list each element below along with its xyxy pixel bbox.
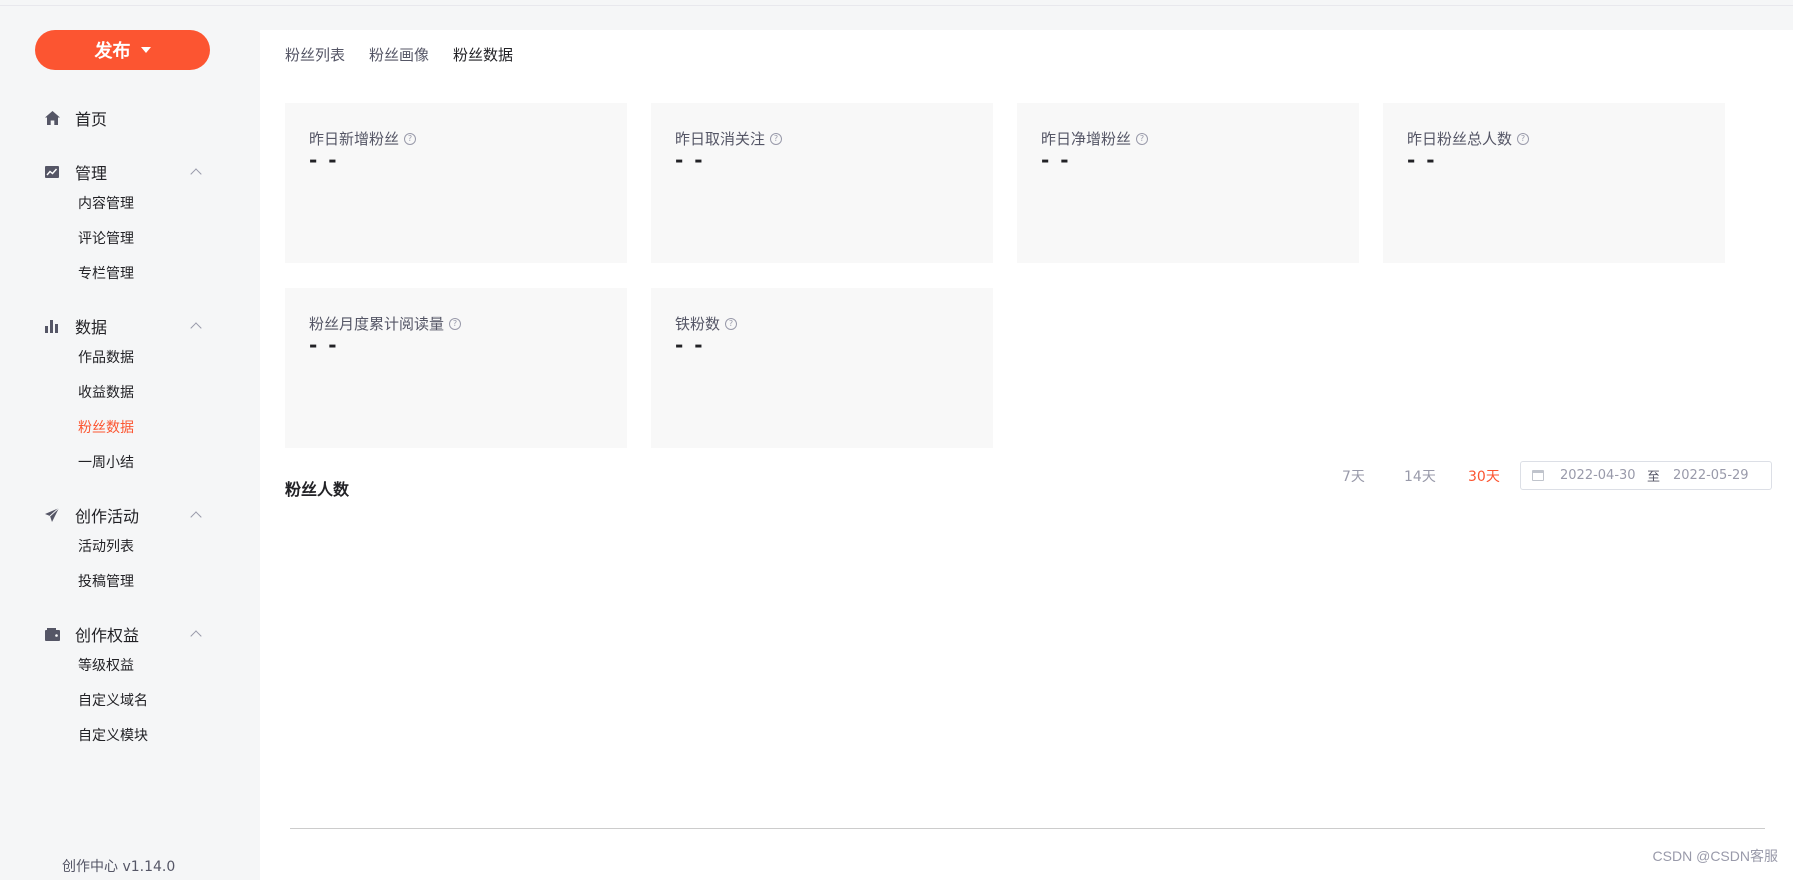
stat-value: - - bbox=[675, 333, 705, 357]
sidebar-item-home[interactable]: 首页 bbox=[0, 100, 260, 136]
sidebar-group-manage[interactable]: 管理 bbox=[0, 154, 260, 190]
version-text: 创作中心 v1.14.0 bbox=[62, 859, 176, 875]
help-icon[interactable]: ? bbox=[725, 317, 738, 330]
sidebar: 发布 首页 管理 内容管理 评论管理 专栏管理 数据 作品数据 收益数据 粉丝数… bbox=[0, 6, 260, 880]
stat-card: 昨日净增粉丝 ? - - bbox=[1017, 103, 1359, 263]
sidebar-item-custom-domain[interactable]: 自定义域名 bbox=[78, 690, 148, 710]
watermark: CSDN @CSDN客服 bbox=[1652, 848, 1778, 864]
trend-chart-icon bbox=[44, 164, 60, 180]
sidebar-item-income-data[interactable]: 收益数据 bbox=[78, 382, 134, 402]
help-icon[interactable]: ? bbox=[404, 132, 417, 145]
section-title: 粉丝人数 bbox=[285, 480, 350, 499]
tab-fans-profile[interactable]: 粉丝画像 bbox=[369, 44, 429, 65]
range-7-days[interactable]: 7天 bbox=[1342, 466, 1365, 486]
help-icon[interactable]: ? bbox=[1517, 132, 1530, 145]
calendar-icon bbox=[1532, 470, 1544, 481]
main-panel: 粉丝列表 粉丝画像 粉丝数据 昨日新增粉丝 ? - - 昨日取消关注 ? - -… bbox=[260, 30, 1793, 880]
help-icon[interactable]: ? bbox=[1136, 132, 1149, 145]
sidebar-item-label: 首页 bbox=[75, 110, 108, 129]
stat-title: 昨日新增粉丝 bbox=[309, 130, 400, 148]
paper-plane-icon bbox=[44, 507, 60, 523]
tab-fans-data[interactable]: 粉丝数据 bbox=[453, 44, 513, 65]
stat-card: 昨日取消关注 ? - - bbox=[651, 103, 993, 263]
sidebar-item-custom-module[interactable]: 自定义模块 bbox=[78, 725, 148, 745]
sidebar-item-level-rights[interactable]: 等级权益 bbox=[78, 655, 134, 675]
date-start-input[interactable]: 2022-04-30 bbox=[1560, 468, 1636, 483]
stat-title: 铁粉数 bbox=[675, 315, 721, 333]
sidebar-item-content-manage[interactable]: 内容管理 bbox=[78, 193, 134, 213]
sidebar-item-column-manage[interactable]: 专栏管理 bbox=[78, 263, 134, 283]
sidebar-group-label: 管理 bbox=[75, 164, 108, 183]
top-bar bbox=[0, 0, 1793, 6]
fans-chart-area bbox=[285, 520, 1765, 830]
stat-title: 粉丝月度累计阅读量 bbox=[309, 315, 445, 333]
stat-title: 昨日粉丝总人数 bbox=[1407, 130, 1513, 148]
sidebar-group-label: 创作权益 bbox=[75, 626, 140, 645]
range-14-days[interactable]: 14天 bbox=[1404, 466, 1436, 486]
caret-down-icon bbox=[140, 47, 151, 53]
sidebar-item-activity-list[interactable]: 活动列表 bbox=[78, 536, 134, 556]
sidebar-item-works-data[interactable]: 作品数据 bbox=[78, 347, 134, 367]
sidebar-item-submission-manage[interactable]: 投稿管理 bbox=[78, 571, 134, 591]
stat-value: - - bbox=[675, 148, 705, 172]
date-end-input[interactable]: 2022-05-29 bbox=[1673, 468, 1749, 483]
sidebar-group-label: 创作活动 bbox=[75, 507, 140, 526]
chevron-up-icon[interactable] bbox=[190, 510, 202, 523]
chevron-up-icon[interactable] bbox=[190, 629, 202, 642]
sidebar-item-comment-manage[interactable]: 评论管理 bbox=[78, 228, 134, 248]
chevron-up-icon[interactable] bbox=[190, 167, 202, 180]
stat-card: 铁粉数 ? - - bbox=[651, 288, 993, 448]
sidebar-group-data[interactable]: 数据 bbox=[0, 308, 260, 344]
tab-fans-list[interactable]: 粉丝列表 bbox=[285, 44, 345, 65]
stat-card: 昨日新增粉丝 ? - - bbox=[285, 103, 627, 263]
date-range-picker[interactable]: 2022-04-30 至 2022-05-29 bbox=[1520, 461, 1772, 490]
bar-chart-icon bbox=[44, 318, 60, 334]
tab-bar: 粉丝列表 粉丝画像 粉丝数据 bbox=[285, 44, 513, 65]
sidebar-group-label: 数据 bbox=[75, 318, 108, 337]
sidebar-group-activities[interactable]: 创作活动 bbox=[0, 497, 260, 533]
stat-title: 昨日净增粉丝 bbox=[1041, 130, 1132, 148]
stat-card: 粉丝月度累计阅读量 ? - - bbox=[285, 288, 627, 448]
date-separator: 至 bbox=[1647, 470, 1661, 485]
home-icon bbox=[44, 110, 60, 126]
sidebar-item-weekly-summary[interactable]: 一周小结 bbox=[78, 452, 134, 472]
help-icon[interactable]: ? bbox=[770, 132, 783, 145]
help-icon[interactable]: ? bbox=[449, 317, 462, 330]
chevron-up-icon[interactable] bbox=[190, 321, 202, 334]
publish-label: 发布 bbox=[94, 41, 131, 62]
stat-value: - - bbox=[309, 333, 339, 357]
chart-x-axis bbox=[290, 828, 1765, 829]
stat-title: 昨日取消关注 bbox=[675, 130, 766, 148]
wallet-icon bbox=[44, 626, 60, 642]
range-30-days[interactable]: 30天 bbox=[1468, 466, 1500, 486]
publish-button[interactable]: 发布 bbox=[35, 30, 210, 70]
stat-value: - - bbox=[309, 148, 339, 172]
sidebar-group-rights[interactable]: 创作权益 bbox=[0, 616, 260, 652]
stat-card: 昨日粉丝总人数 ? - - bbox=[1383, 103, 1725, 263]
stat-value: - - bbox=[1407, 148, 1437, 172]
stat-value: - - bbox=[1041, 148, 1071, 172]
sidebar-item-fans-data[interactable]: 粉丝数据 bbox=[78, 417, 134, 437]
